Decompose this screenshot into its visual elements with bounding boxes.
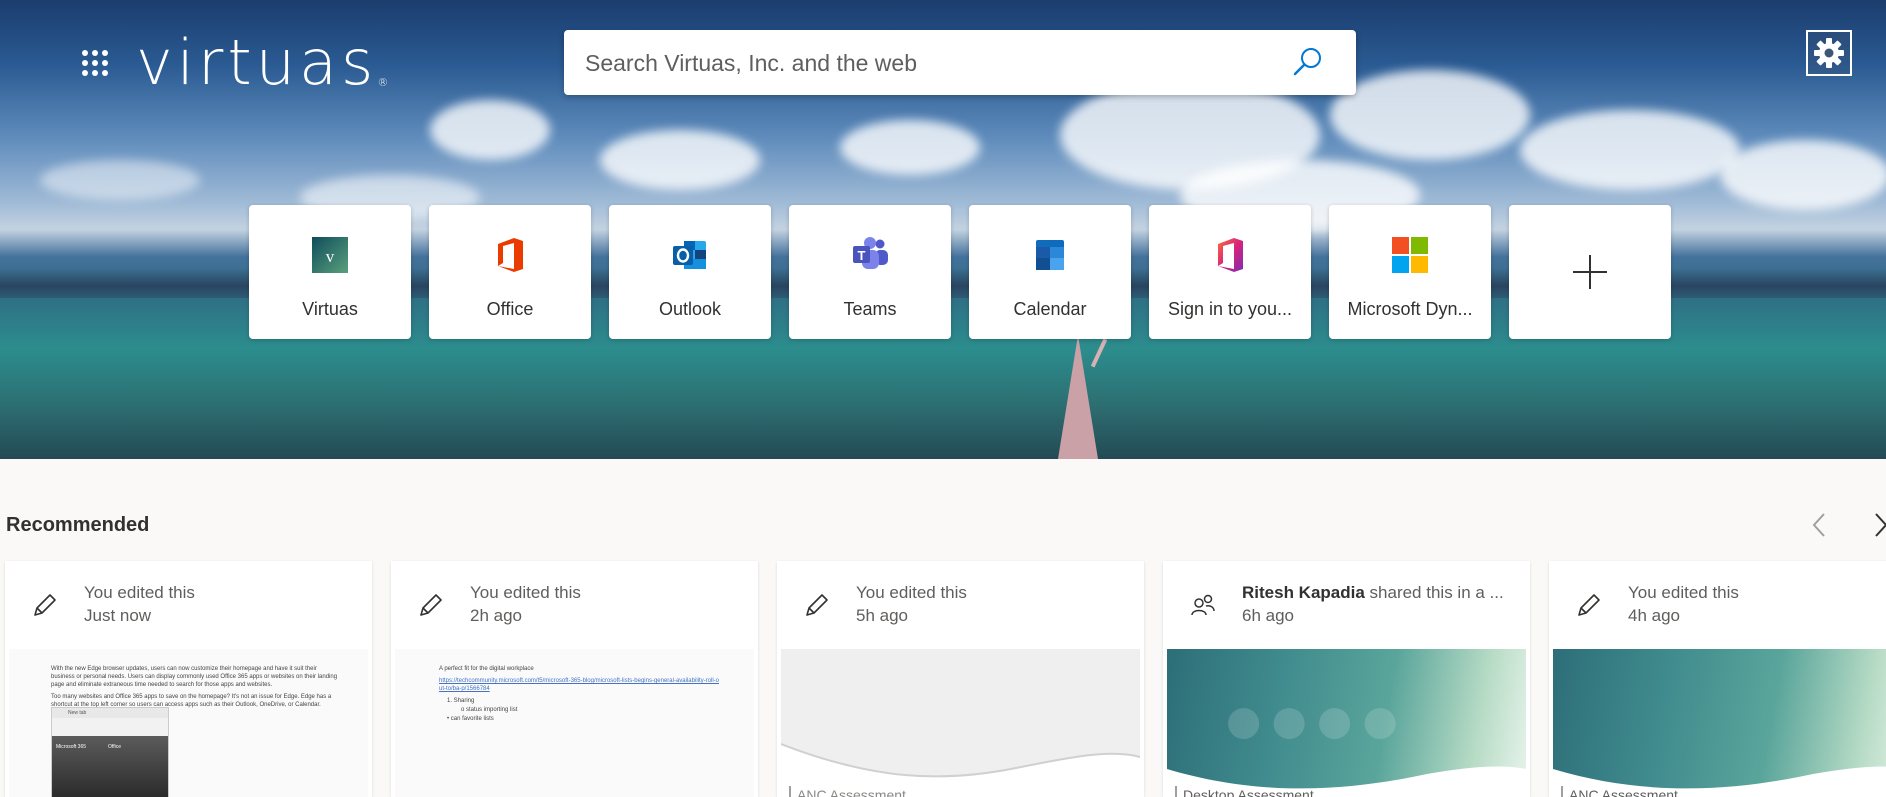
preview-list-item: o status importing list <box>461 707 518 713</box>
pencil-icon <box>1578 594 1600 616</box>
tile-sign-in[interactable]: Sign in to you... <box>1149 205 1311 339</box>
svg-text:v: v <box>326 247 335 266</box>
search-icon[interactable] <box>1290 44 1326 80</box>
recommended-card[interactable]: You edited this 5h ago ANC Assessment <box>777 561 1144 797</box>
preview-text: A perfect fit for the digital workplace … <box>439 665 719 727</box>
preview-tab-label: New tab <box>68 710 87 716</box>
card-activity: You edited this <box>1628 583 1739 602</box>
share-text: shared this in a ... <box>1364 583 1504 602</box>
preview-link: https://techcommunity.microsoft.com/t5/m… <box>439 678 719 692</box>
cloud <box>840 120 980 175</box>
preview-caption: ANC Assessment <box>1569 787 1678 797</box>
logo-text: virtuas <box>136 26 378 99</box>
cloud <box>1720 140 1886 210</box>
preview-list-item: 1. Sharing <box>447 698 475 704</box>
add-shortcut-tile[interactable] <box>1509 205 1671 339</box>
pencil-icon <box>420 594 442 616</box>
cloud <box>1520 110 1740 190</box>
card-time: 4h ago <box>1628 606 1680 625</box>
pier <box>1058 335 1098 459</box>
preview-browser-bar: New tab <box>52 708 168 718</box>
tile-label: Outlook <box>658 299 722 319</box>
tile-office[interactable]: Office <box>429 205 591 339</box>
search-input[interactable] <box>583 30 1267 97</box>
settings-gear-icon[interactable] <box>1806 30 1852 76</box>
cloud <box>1330 70 1530 160</box>
preview-caption: Desktop Assessment <box>1183 787 1314 797</box>
preview-image-label: Office <box>108 744 121 750</box>
preview-image: Microsoft 365 Office <box>52 736 168 797</box>
tile-label: Sign in to you... <box>1167 299 1293 319</box>
recommended-card[interactable]: You edited this 4h ago ANC Assessment <box>1549 561 1886 797</box>
preview-paragraph: With the new Edge browser updates, users… <box>51 666 338 688</box>
card-time: 6h ago <box>1242 606 1294 625</box>
tile-label: Teams <box>843 299 897 319</box>
chevron-left-icon[interactable] <box>1806 512 1832 538</box>
card-activity: You edited this <box>84 583 195 602</box>
plus-icon <box>1573 255 1607 289</box>
sharer-name: Ritesh Kapadia <box>1242 583 1365 602</box>
preview-image-label: Microsoft 365 <box>56 744 87 750</box>
card-preview: A perfect fit for the digital workplace … <box>395 649 754 797</box>
registered-mark: ® <box>377 76 389 89</box>
tile-label: Calendar <box>1013 299 1087 319</box>
company-logo: virtuas® <box>136 28 388 98</box>
tile-label: Microsoft Dyn... <box>1347 299 1473 319</box>
card-activity: You edited this <box>470 583 581 602</box>
tile-label: Office <box>486 299 534 319</box>
tile-outlook[interactable]: Outlook <box>609 205 771 339</box>
card-time: 5h ago <box>856 606 908 625</box>
tile-teams[interactable]: T Teams <box>789 205 951 339</box>
office-icon <box>498 238 523 272</box>
calendar-icon <box>1036 240 1064 270</box>
tile-calendar[interactable]: Calendar <box>969 205 1131 339</box>
svg-text:T: T <box>858 248 866 263</box>
recommended-card[interactable]: You edited this Just now With the new Ed… <box>5 561 372 797</box>
cloud <box>600 130 760 190</box>
cloud <box>40 160 200 200</box>
card-preview: ANC Assessment <box>1553 649 1886 797</box>
recommended-card[interactable]: Ritesh Kapadia shared this in a ... 6h a… <box>1163 561 1530 797</box>
card-preview: With the new Edge browser updates, users… <box>9 649 368 797</box>
recommended-card[interactable]: You edited this 2h ago A perfect fit for… <box>391 561 758 797</box>
card-preview: ●●●● Desktop Assessment <box>1167 649 1526 797</box>
quick-links: v Virtuas Office Outlook T Teams Calenda… <box>249 205 1689 339</box>
card-time: Just now <box>84 606 152 625</box>
chevron-right-icon[interactable] <box>1868 512 1886 538</box>
pencil-icon <box>34 594 56 616</box>
search-box <box>564 30 1356 97</box>
preview-list-item: • can favorite lists <box>447 716 494 722</box>
card-preview: ANC Assessment <box>781 649 1140 797</box>
preview-caption: ANC Assessment <box>797 787 906 797</box>
app-launcher-icon[interactable] <box>82 50 108 76</box>
preview-screenshot: New tab Microsoft 365 Office <box>51 707 169 797</box>
card-activity: Ritesh Kapadia shared this in a ... <box>1242 583 1504 603</box>
outlook-icon <box>673 241 706 269</box>
office-signin-icon <box>1218 238 1243 272</box>
card-time: 2h ago <box>470 606 522 625</box>
teams-icon: T <box>853 237 888 269</box>
people-icon <box>1191 594 1215 616</box>
microsoft-icon <box>1392 237 1428 273</box>
card-activity: You edited this <box>856 583 967 602</box>
tile-virtuas[interactable]: v Virtuas <box>249 205 411 339</box>
tile-microsoft-dynamics[interactable]: Microsoft Dyn... <box>1329 205 1491 339</box>
recommended-heading: Recommended <box>6 514 150 536</box>
preview-heading: A perfect fit for the digital workplace <box>439 666 534 672</box>
cloud <box>430 100 550 160</box>
tile-label: Virtuas <box>302 299 358 319</box>
pencil-icon <box>806 594 828 616</box>
virtuas-logo-icon: v <box>312 237 348 273</box>
preview-text: With the new Edge browser updates, users… <box>51 665 341 713</box>
